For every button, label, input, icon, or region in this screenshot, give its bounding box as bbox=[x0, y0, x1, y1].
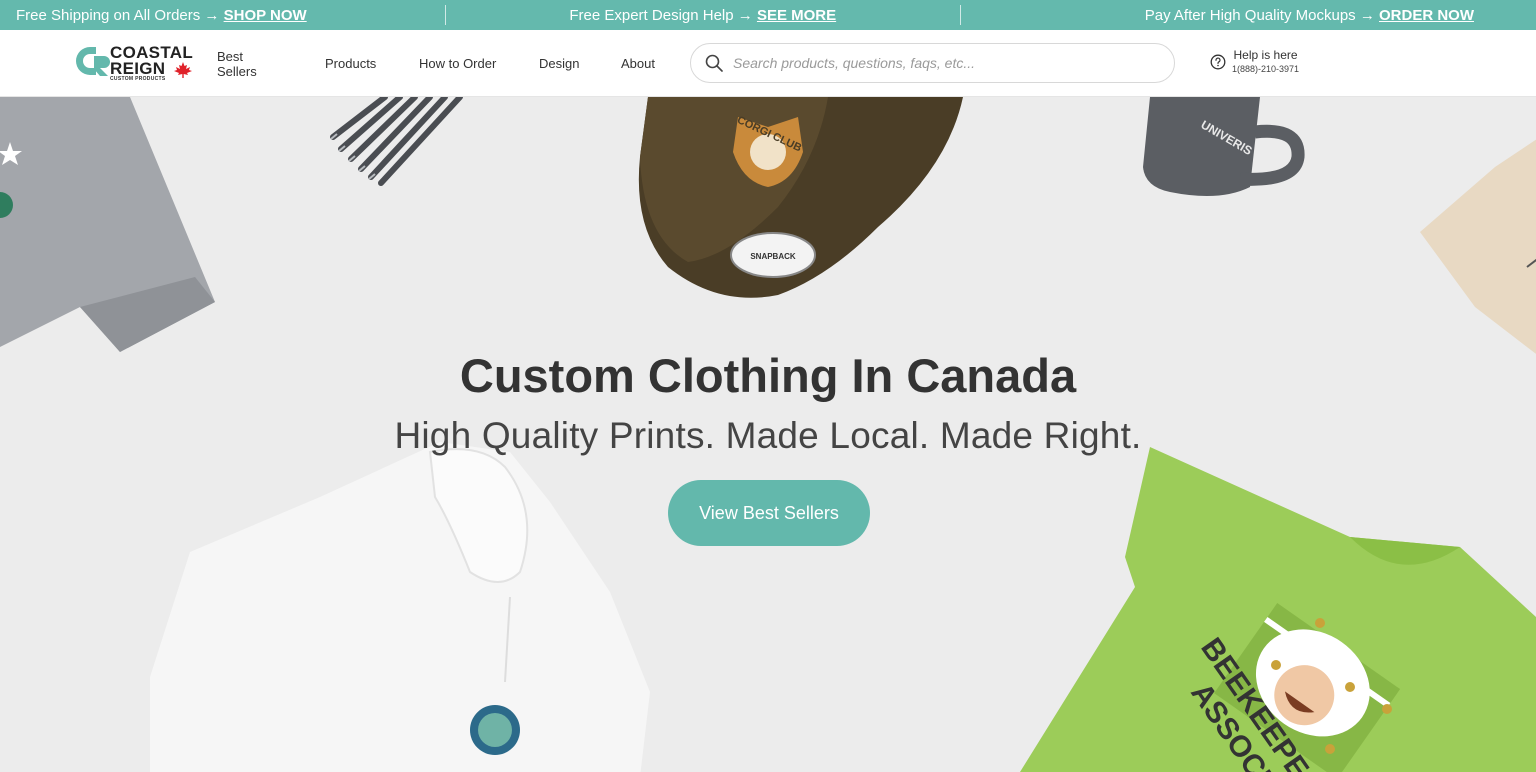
promo-design-text: Free Expert Design Help → bbox=[569, 6, 757, 24]
grey-tshirt-image bbox=[0, 97, 215, 352]
view-best-sellers-button[interactable]: View Best Sellers bbox=[668, 480, 870, 546]
promo-bar: Free Shipping on All Orders → SHOP NOW F… bbox=[0, 0, 1536, 30]
nav-how-to-order[interactable]: How to Order bbox=[419, 56, 496, 71]
nav-products[interactable]: Products bbox=[325, 56, 376, 71]
promo-shipping: Free Shipping on All Orders → SHOP NOW bbox=[0, 7, 445, 24]
promo-mockups: Pay After High Quality Mockups → ORDER N… bbox=[961, 7, 1536, 24]
hero-subtitle: High Quality Prints. Made Local. Made Ri… bbox=[394, 415, 1142, 456]
maple-leaf-icon bbox=[174, 62, 192, 78]
site-header: COASTAL REIGN CUSTOM PRODUCTS Best Selle… bbox=[0, 30, 1536, 97]
help-contact[interactable]: Help is here 1(888)-210-3971 bbox=[1210, 48, 1299, 74]
search-bar[interactable] bbox=[690, 43, 1175, 83]
help-phone[interactable]: 1(888)-210-3971 bbox=[1232, 64, 1299, 74]
hero-banner: CORGI CLUB SNAPBACK UNIVERIS BEEKEEPE AS… bbox=[0, 97, 1536, 772]
hat-label-text: SNAPBACK bbox=[750, 252, 796, 261]
promo-design: Free Expert Design Help → SEE MORE bbox=[446, 7, 960, 24]
white-hoodie-image bbox=[150, 442, 650, 772]
order-now-link[interactable]: ORDER NOW bbox=[1379, 7, 1474, 24]
shop-now-link[interactable]: SHOP NOW bbox=[224, 7, 307, 24]
beige-shirt-image bbox=[1420, 139, 1536, 354]
promo-mockups-text: Pay After High Quality Mockups → bbox=[1144, 6, 1379, 24]
nav-best-sellers[interactable]: Best Sellers bbox=[217, 49, 257, 79]
pens-image bbox=[330, 97, 463, 186]
mug-image: UNIVERIS bbox=[1143, 97, 1305, 196]
promo-shipping-text: Free Shipping on All Orders → bbox=[16, 6, 224, 24]
snapback-cap-image: CORGI CLUB SNAPBACK bbox=[638, 97, 963, 298]
site-logo[interactable]: COASTAL REIGN CUSTOM PRODUCTS bbox=[74, 42, 198, 86]
search-input[interactable] bbox=[733, 55, 1153, 71]
see-more-link[interactable]: SEE MORE bbox=[757, 7, 836, 24]
nav-about[interactable]: About bbox=[621, 56, 655, 71]
hero-title: Custom Clothing In Canada bbox=[459, 349, 1077, 402]
help-label: Help is here bbox=[1233, 48, 1298, 62]
logo-mark-icon bbox=[76, 47, 110, 76]
green-tshirt-image: BEEKEEPE ASSOCIA bbox=[1020, 447, 1536, 772]
nav-design[interactable]: Design bbox=[539, 56, 579, 71]
logo-line-3: CUSTOM PRODUCTS bbox=[110, 76, 166, 82]
help-icon bbox=[1210, 54, 1226, 70]
search-icon[interactable] bbox=[705, 54, 723, 72]
